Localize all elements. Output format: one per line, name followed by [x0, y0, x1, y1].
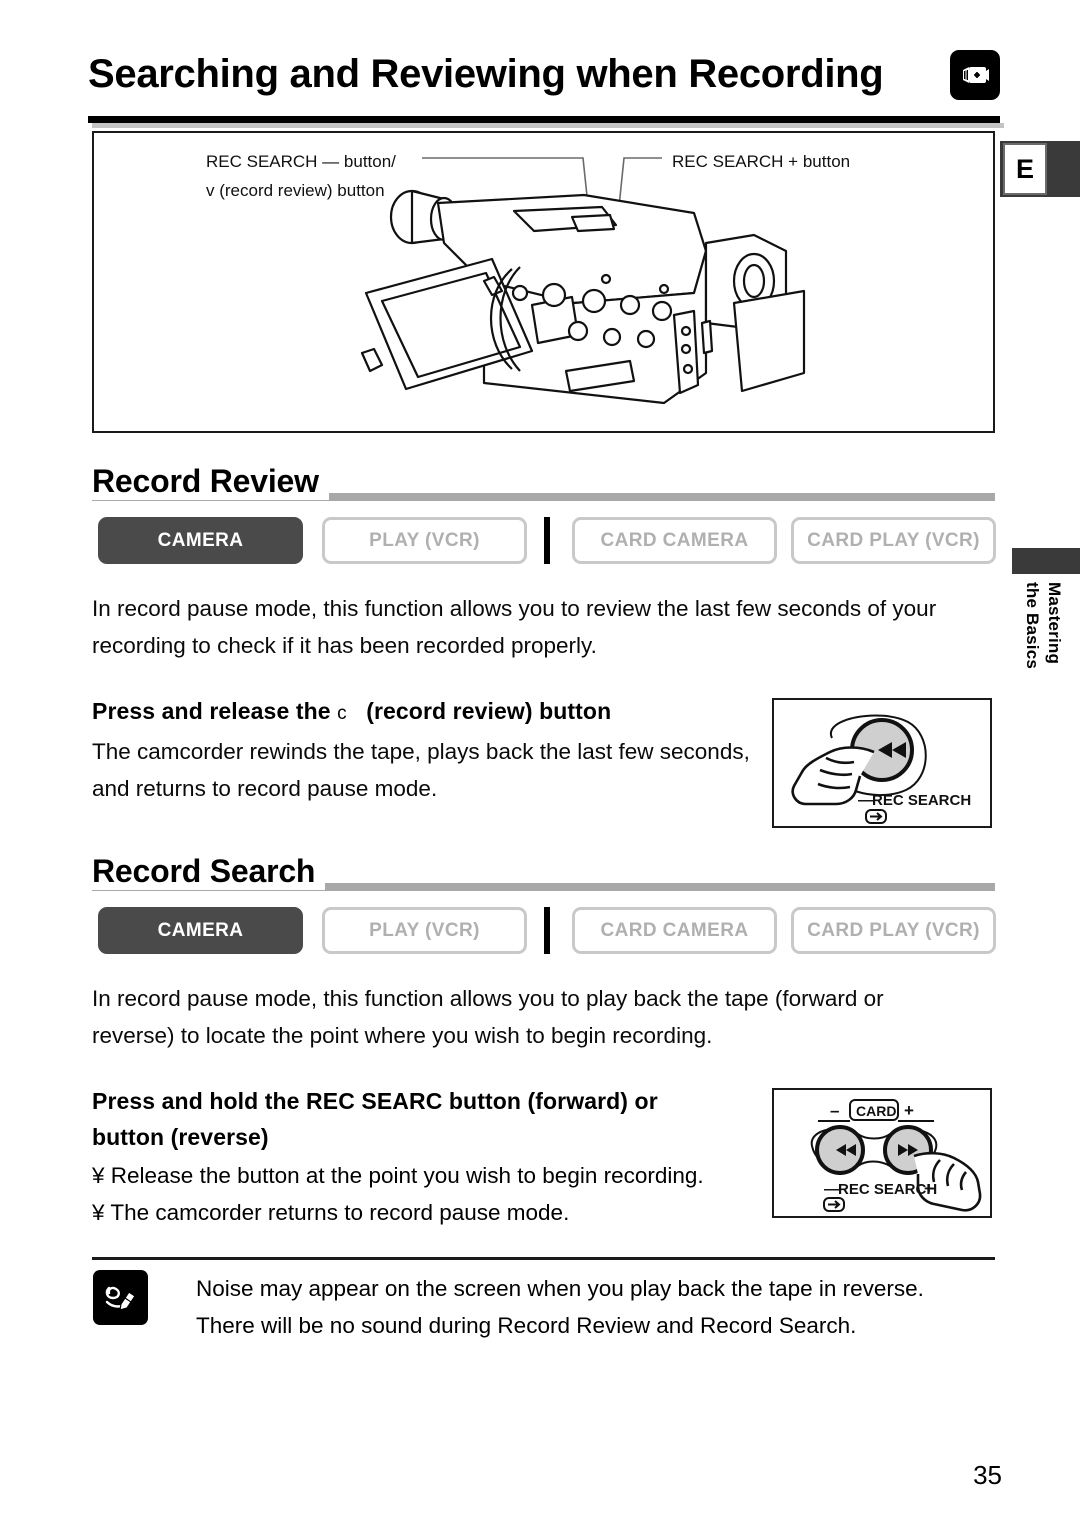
record-search-bullet-2: ¥ The camcorder returns to record pause … — [92, 1200, 570, 1225]
record-review-step-body-line-2: and returns to record pause mode. — [92, 776, 438, 801]
record-review-intro: In record pause mode, this function allo… — [92, 590, 936, 664]
camcorder-icon — [950, 50, 1000, 100]
mode-row-divider — [544, 907, 550, 954]
note-text: Noise may appear on the screen when you … — [196, 1270, 996, 1344]
record-search-bullets: ¥ Release the button at the point you wi… — [92, 1157, 704, 1231]
edition-tab-label: E — [1003, 143, 1047, 195]
page-header: Searching and Reviewing when Recording — [88, 46, 1000, 118]
page-number: 35 — [973, 1460, 1002, 1490]
step-head-suffix: (record review) button — [366, 698, 612, 724]
svg-text:+: + — [924, 1179, 934, 1198]
record-review-step-body-line-1: The camcorder rewinds the tape, plays ba… — [92, 739, 750, 764]
record-search-step-heading-line-2: button (reverse) — [92, 1124, 269, 1150]
rec-search-plus-minus-buttons-illustration: – CARD + — REC SEARCH + — [810, 1099, 982, 1212]
side-tab-line-1: Mastering — [1045, 582, 1064, 665]
header-divider-shadow — [92, 123, 1004, 128]
svg-text:—: — — [824, 1181, 839, 1198]
record-review-intro-line-1: In record pause mode, this function allo… — [92, 596, 937, 621]
record-search-step-heading-line-1: Press and hold the REC SEARC button (for… — [92, 1088, 658, 1114]
record-search-intro-line-2: reverse) to locate the point where you w… — [92, 1023, 713, 1048]
record-search-bullet-1: ¥ Release the button at the point you wi… — [92, 1163, 704, 1188]
svg-text:REC SEARCH: REC SEARCH — [838, 1181, 937, 1198]
record-review-step-body: The camcorder rewinds the tape, plays ba… — [92, 733, 750, 807]
mode-button-play-vcr[interactable]: PLAY (VCR) — [322, 517, 527, 564]
illustration-panel-record-search: – CARD + — REC SEARCH + — [772, 1088, 992, 1218]
page-title: Searching and Reviewing when Recording — [88, 52, 884, 96]
note-divider — [92, 1257, 995, 1260]
svg-text:–: – — [830, 1101, 839, 1120]
svg-text:—: — — [858, 792, 873, 809]
camcorder-illustration — [360, 189, 806, 405]
note-line-1: Noise may appear on the screen when you … — [196, 1276, 924, 1301]
record-search-intro: In record pause mode, this function allo… — [92, 980, 884, 1054]
section-title-record-review: Record Review — [92, 462, 329, 500]
side-tab-line-2: the Basics — [1023, 582, 1042, 670]
mode-button-play-vcr[interactable]: PLAY (VCR) — [322, 907, 527, 954]
rec-search-minus-button-illustration: — REC SEARCH — [791, 714, 971, 824]
camcorder-diagram-box: REC SEARCH — button/ v (record review) b… — [92, 131, 995, 433]
mode-row-record-search: CAMERA PLAY (VCR) CARD CAMERA CARD PLAY … — [98, 907, 996, 954]
side-tab-bar — [1012, 548, 1080, 574]
record-review-step-heading: Press and release the c (record review) … — [92, 693, 611, 732]
mode-button-camera[interactable]: CAMERA — [98, 517, 303, 564]
mode-row-record-review: CAMERA PLAY (VCR) CARD CAMERA CARD PLAY … — [98, 517, 996, 564]
record-review-button-symbol: c — [337, 703, 347, 724]
record-review-intro-line-2: recording to check if it has been record… — [92, 633, 597, 658]
mode-button-camera[interactable]: CAMERA — [98, 907, 303, 954]
note-line-2: There will be no sound during Record Rev… — [196, 1313, 857, 1338]
step-head-prefix: Press and release the — [92, 698, 331, 724]
record-search-step-heading: Press and hold the REC SEARC button (for… — [92, 1083, 658, 1155]
svg-text:CARD: CARD — [856, 1103, 896, 1119]
header-divider — [88, 116, 1000, 123]
svg-text:+: + — [904, 1101, 914, 1120]
illustration-panel-record-review: — REC SEARCH — [772, 698, 992, 828]
svg-text:REC SEARCH: REC SEARCH — [872, 792, 971, 809]
mode-button-card-camera[interactable]: CARD CAMERA — [572, 517, 777, 564]
section-record-review-header: Record Review — [92, 462, 995, 501]
pencil-note-icon — [93, 1270, 148, 1325]
section-record-search-header: Record Search — [92, 852, 995, 891]
mode-row-divider — [544, 517, 550, 564]
mode-button-card-play-vcr[interactable]: CARD PLAY (VCR) — [791, 907, 996, 954]
record-search-intro-line-1: In record pause mode, this function allo… — [92, 986, 884, 1011]
mode-button-card-play-vcr[interactable]: CARD PLAY (VCR) — [791, 517, 996, 564]
section-title-record-search: Record Search — [92, 852, 326, 890]
side-tab-text: Mastering the Basics — [1004, 580, 1080, 740]
mode-button-card-camera[interactable]: CARD CAMERA — [572, 907, 777, 954]
